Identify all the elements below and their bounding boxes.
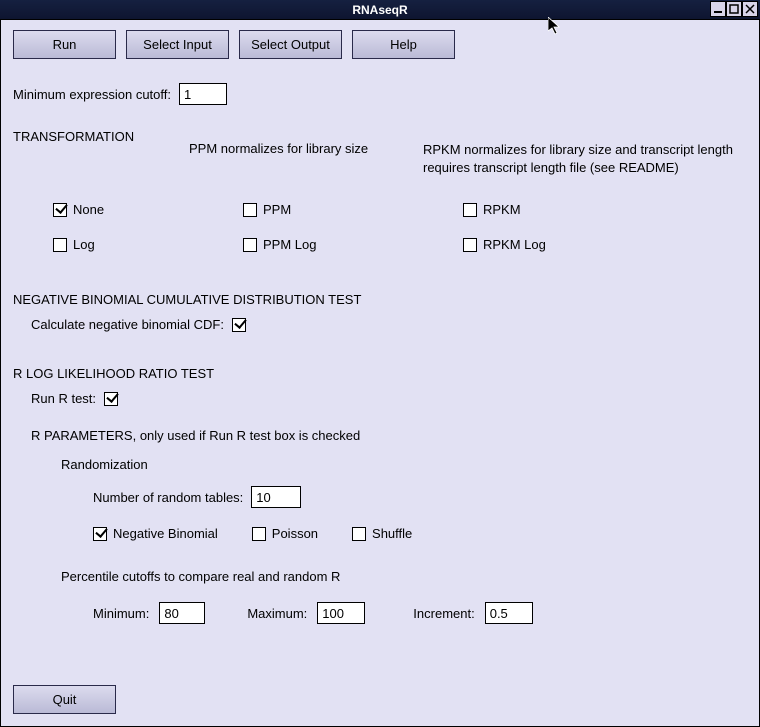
- num-tables-label: Number of random tables:: [93, 490, 243, 505]
- quit-button[interactable]: Quit: [13, 685, 116, 714]
- transform-none-checkbox[interactable]: [53, 203, 67, 217]
- transform-none-label: None: [73, 202, 104, 217]
- percentile-max-input[interactable]: [317, 602, 365, 624]
- percentile-min-label: Minimum:: [93, 606, 149, 621]
- percentile-inc-label: Increment:: [413, 606, 474, 621]
- window-controls: [710, 1, 758, 17]
- poisson-checkbox[interactable]: [252, 527, 266, 541]
- rtest-run-checkbox[interactable]: [104, 392, 118, 406]
- shuffle-option[interactable]: Shuffle: [352, 526, 412, 541]
- rpkm-description: RPKM normalizes for library size and tra…: [423, 129, 760, 177]
- transformation-options: None PPM RPKM Log PPM Log RPKM Log: [53, 202, 747, 252]
- neg-binomial-option[interactable]: Negative Binomial: [93, 526, 218, 541]
- close-button[interactable]: [742, 1, 758, 17]
- num-tables-row: Number of random tables:: [93, 486, 747, 508]
- minimize-button[interactable]: [710, 1, 726, 17]
- transform-rpkm-log-checkbox[interactable]: [463, 238, 477, 252]
- nbcdf-label: Calculate negative binomial CDF:: [31, 317, 224, 332]
- neg-binomial-checkbox[interactable]: [93, 527, 107, 541]
- rtest-run-row: Run R test:: [31, 391, 747, 406]
- rtest-heading: R LOG LIKELIHOOD RATIO TEST: [13, 366, 747, 381]
- window-titlebar: RNAseqR: [0, 0, 760, 20]
- main-toolbar: Run Select Input Select Output Help: [13, 30, 747, 59]
- transform-ppm[interactable]: PPM: [243, 202, 453, 217]
- min-expression-row: Minimum expression cutoff:: [13, 83, 747, 105]
- min-expression-label: Minimum expression cutoff:: [13, 87, 171, 102]
- select-output-button[interactable]: Select Output: [239, 30, 342, 59]
- neg-binomial-label: Negative Binomial: [113, 526, 218, 541]
- run-button[interactable]: Run: [13, 30, 116, 59]
- transform-none[interactable]: None: [53, 202, 233, 217]
- transform-ppm-checkbox[interactable]: [243, 203, 257, 217]
- shuffle-label: Shuffle: [372, 526, 412, 541]
- percentile-heading: Percentile cutoffs to compare real and r…: [61, 569, 747, 584]
- transform-rpkm[interactable]: RPKM: [463, 202, 760, 217]
- percentile-min-input[interactable]: [159, 602, 205, 624]
- rtest-run-label: Run R test:: [31, 391, 96, 406]
- distribution-row: Negative Binomial Poisson Shuffle: [93, 526, 747, 541]
- transform-ppm-log-checkbox[interactable]: [243, 238, 257, 252]
- poisson-option[interactable]: Poisson: [252, 526, 318, 541]
- r-params-heading: R PARAMETERS, only used if Run R test bo…: [31, 428, 747, 443]
- percentile-row: Minimum: Maximum: Increment:: [93, 602, 747, 624]
- poisson-label: Poisson: [272, 526, 318, 541]
- nbcdf-checkbox[interactable]: [232, 318, 246, 332]
- transform-log[interactable]: Log: [53, 237, 233, 252]
- randomization-heading: Randomization: [61, 457, 747, 472]
- help-button[interactable]: Help: [352, 30, 455, 59]
- transform-ppm-log[interactable]: PPM Log: [243, 237, 453, 252]
- transform-ppm-label: PPM: [263, 202, 291, 217]
- nbcdf-heading: NEGATIVE BINOMIAL CUMULATIVE DISTRIBUTIO…: [13, 292, 747, 307]
- percentile-max-label: Maximum:: [247, 606, 307, 621]
- transform-log-checkbox[interactable]: [53, 238, 67, 252]
- transform-rpkm-log[interactable]: RPKM Log: [463, 237, 760, 252]
- transform-rpkm-label: RPKM: [483, 202, 521, 217]
- transform-rpkm-checkbox[interactable]: [463, 203, 477, 217]
- transformation-descriptions: PPM normalizes for library size RPKM nor…: [189, 129, 760, 177]
- transform-ppm-log-label: PPM Log: [263, 237, 316, 252]
- shuffle-checkbox[interactable]: [352, 527, 366, 541]
- percentile-inc-input[interactable]: [485, 602, 533, 624]
- transform-rpkm-log-label: RPKM Log: [483, 237, 546, 252]
- transformation-section: TRANSFORMATION PPM normalizes for librar…: [13, 129, 747, 252]
- maximize-button[interactable]: [726, 1, 742, 17]
- nbcdf-row: Calculate negative binomial CDF:: [31, 317, 747, 332]
- num-tables-input[interactable]: [251, 486, 301, 508]
- min-expression-input[interactable]: [179, 83, 227, 105]
- window-body: Run Select Input Select Output Help Mini…: [0, 20, 760, 727]
- transform-log-label: Log: [73, 237, 95, 252]
- window-title: RNAseqR: [352, 3, 407, 17]
- ppm-description: PPM normalizes for library size: [189, 129, 399, 177]
- select-input-button[interactable]: Select Input: [126, 30, 229, 59]
